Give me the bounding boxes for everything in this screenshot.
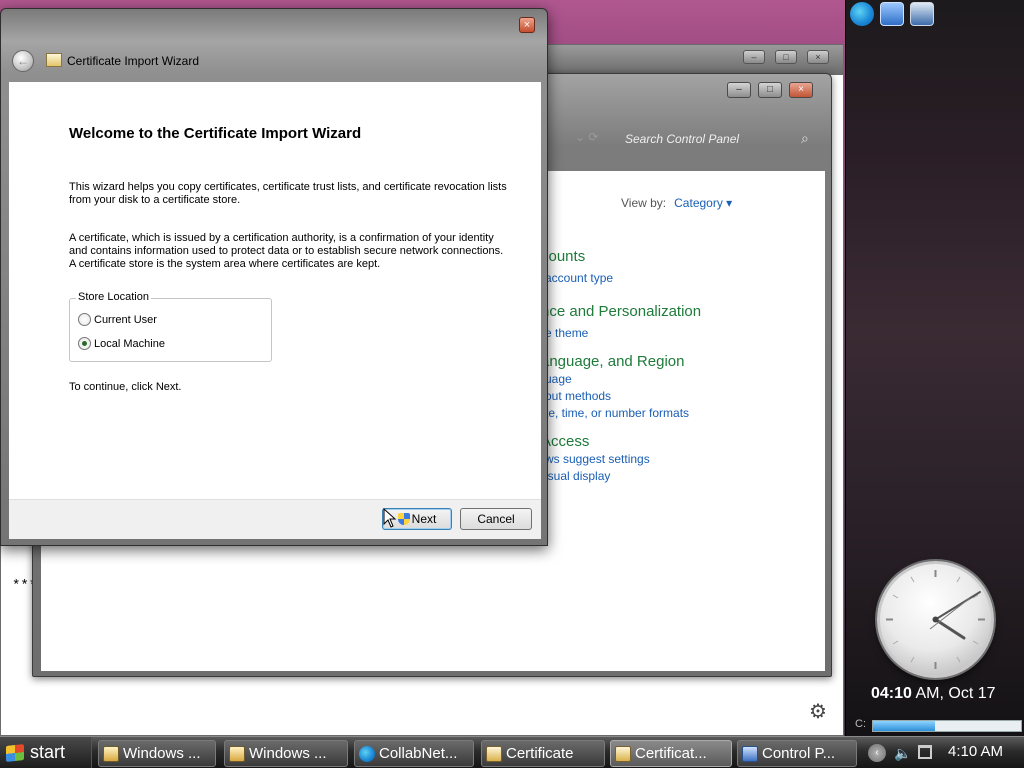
clock-gadget[interactable]	[877, 561, 994, 678]
clock-caption: 04:10 AM, Oct 17	[871, 685, 996, 703]
control-panel-maximize-button[interactable]: □	[758, 82, 782, 98]
minimize-button[interactable]: –	[743, 50, 765, 64]
volume-muted-icon[interactable]: 🔈	[894, 745, 911, 762]
window-icon	[103, 746, 119, 762]
link-change-account-type[interactable]: account type	[545, 271, 613, 285]
store-location-group: Store Location Current User Local Machin…	[69, 291, 272, 362]
window-icon	[229, 746, 245, 762]
mouse-cursor-icon	[383, 508, 397, 528]
search-icon[interactable]: ⌕	[801, 130, 809, 147]
category-ease-of-access[interactable]: Access	[541, 433, 589, 450]
clock-date: AM, Oct 17	[911, 685, 996, 702]
show-hidden-icons-icon[interactable]: ‹	[868, 744, 886, 762]
radio-local-machine[interactable]: Local Machine	[78, 337, 165, 350]
view-by-dropdown[interactable]: Category ▾	[674, 196, 732, 210]
taskbar-item-control-panel[interactable]: Control P...	[737, 740, 857, 767]
maximize-button[interactable]: □	[775, 50, 797, 64]
cancel-button[interactable]: Cancel	[460, 508, 532, 530]
store-location-legend: Store Location	[76, 291, 151, 303]
refresh-icon[interactable]: ⌄ ⟳	[575, 130, 598, 144]
search-input[interactable]: Search Control Panel	[617, 126, 823, 152]
wizard-paragraph-intro: This wizard helps you copy certificates,…	[69, 181, 507, 206]
wizard-footer: Next Cancel	[9, 499, 541, 539]
taskbar-item-windows-1[interactable]: Windows ...	[98, 740, 216, 767]
certificate-icon	[486, 746, 502, 762]
quick-launch	[850, 2, 934, 26]
gear-icon[interactable]: ⚙	[805, 699, 831, 725]
certificate-icon	[46, 53, 62, 67]
system-tray: ‹ 🔈 4:10 AM	[862, 737, 1024, 768]
radio-local-machine-label: Local Machine	[94, 337, 165, 350]
wizard-heading: Welcome to the Certificate Import Wizard	[69, 125, 362, 142]
link-change-theme[interactable]: e theme	[545, 326, 588, 340]
link-date-time-formats[interactable]: te, time, or number formats	[545, 406, 689, 420]
taskbar-item-certificate[interactable]: Certificate	[481, 740, 605, 767]
view-by: View by: Category ▾	[621, 196, 732, 210]
radio-current-user[interactable]: Current User	[78, 313, 157, 326]
switch-windows-icon[interactable]	[910, 2, 934, 26]
tray-clock[interactable]: 4:10 AM	[948, 743, 1003, 760]
radio-button-selected[interactable]	[78, 337, 91, 350]
link-suggest-settings[interactable]: ws suggest settings	[545, 452, 650, 466]
close-button[interactable]: ×	[807, 50, 829, 64]
show-desktop-icon[interactable]	[880, 2, 904, 26]
wizard-close-button[interactable]: ×	[519, 17, 535, 33]
control-panel-icon	[742, 746, 758, 762]
back-arrow-icon[interactable]: ←	[12, 50, 34, 72]
network-icon[interactable]	[918, 745, 932, 759]
taskbar-item-certificate-wizard[interactable]: Certificat...	[610, 740, 732, 767]
start-button[interactable]: start	[0, 737, 92, 768]
continue-instruction: To continue, click Next.	[69, 381, 182, 393]
certificate-import-wizard: × ← Certificate Import Wizard Welcome to…	[0, 8, 548, 546]
drive-usage-bar	[872, 720, 1022, 732]
drive-label: C:	[855, 718, 866, 730]
link-add-language[interactable]: uage	[545, 372, 572, 386]
category-clock-language-region[interactable]: anguage, and Region	[541, 353, 684, 370]
radio-current-user-label: Current User	[94, 313, 157, 326]
clock-time: 04:10	[871, 685, 912, 702]
clock-face-icon	[886, 570, 985, 669]
certificate-icon	[615, 746, 631, 762]
edge-icon[interactable]	[850, 2, 874, 26]
taskbar: start Windows ... Windows ... CollabNet.…	[0, 736, 1024, 768]
radio-button[interactable]	[78, 313, 91, 326]
view-by-label: View by:	[621, 196, 667, 210]
wizard-paragraph-details: A certificate, which is issued by a cert…	[69, 232, 504, 270]
edge-icon	[359, 746, 375, 762]
link-input-methods[interactable]: out methods	[545, 389, 611, 403]
taskbar-item-windows-2[interactable]: Windows ...	[224, 740, 348, 767]
control-panel-close-button[interactable]: ×	[789, 82, 813, 98]
wizard-title: Certificate Import Wizard	[67, 54, 200, 68]
control-panel-minimize-button[interactable]: –	[727, 82, 751, 98]
drive-meter: C:	[853, 717, 1023, 733]
taskbar-item-collabnet[interactable]: CollabNet...	[354, 740, 474, 767]
wizard-body: Welcome to the Certificate Import Wizard…	[9, 82, 541, 499]
link-optimize-visual-display[interactable]: isual display	[545, 469, 610, 483]
category-appearance[interactable]: nce and Personalization	[541, 303, 701, 320]
drive-usage-fill	[873, 721, 936, 731]
shield-icon	[397, 513, 410, 525]
windows-logo-icon	[6, 744, 24, 762]
